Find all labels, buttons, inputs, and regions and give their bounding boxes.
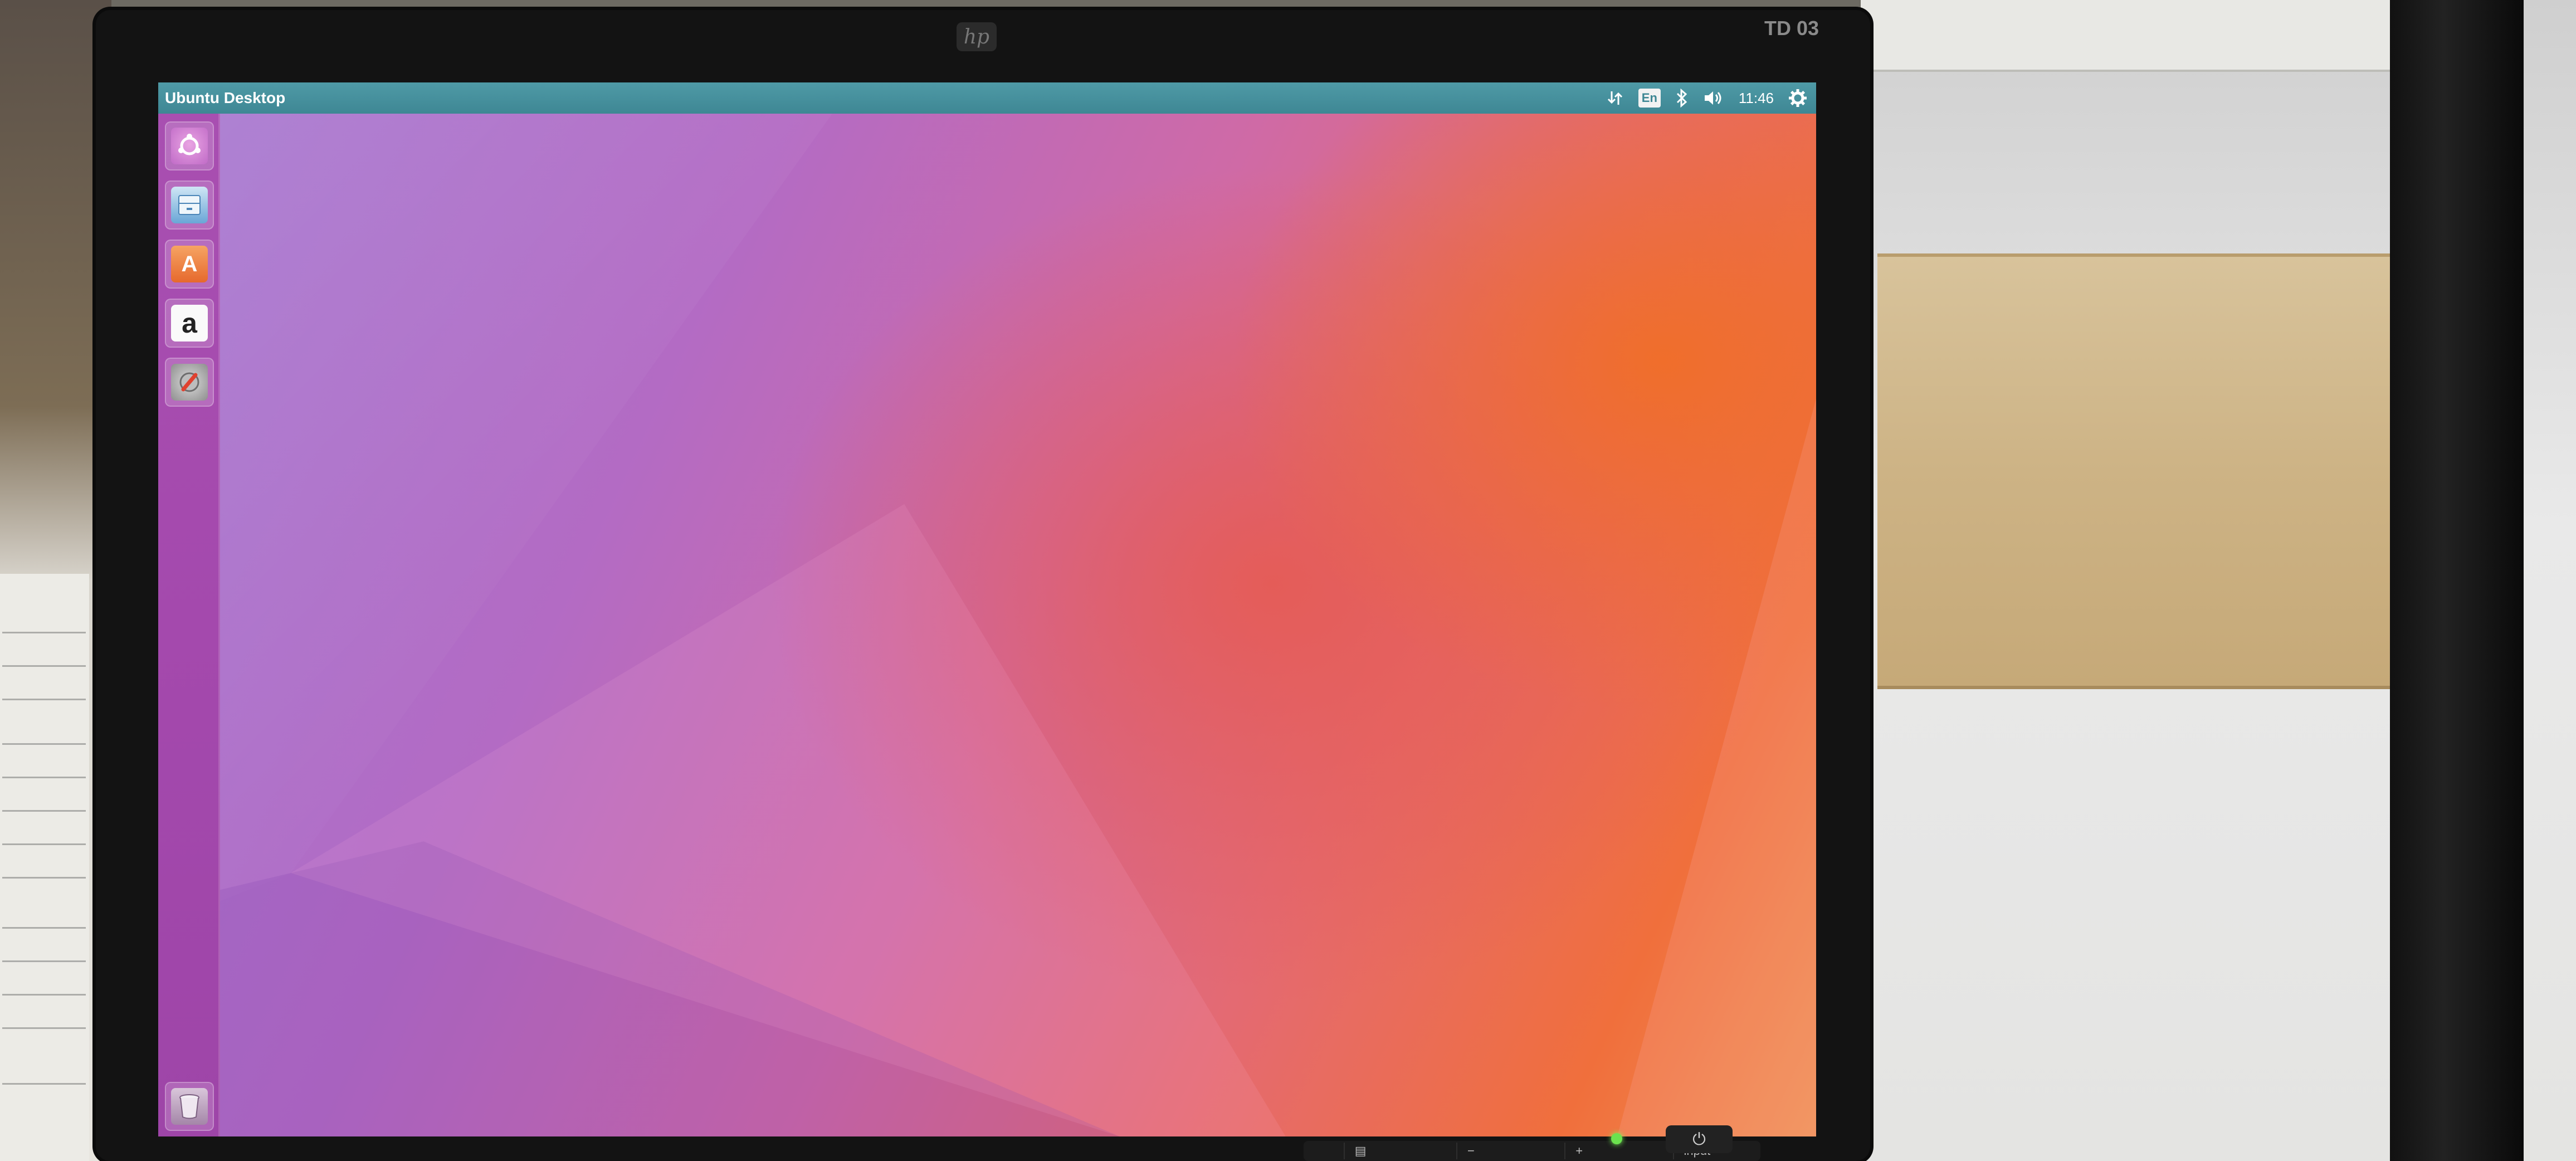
gear-icon[interactable] <box>1788 87 1807 109</box>
amazon-icon[interactable]: a <box>165 299 214 348</box>
file-cabinet-icon[interactable] <box>165 181 214 230</box>
monitor: hp TD 03 Ubuntu Desktop En 11:46 A a ▤ −… <box>96 10 1870 1161</box>
shelf <box>1861 0 2473 72</box>
clock[interactable]: 11:46 <box>1739 87 1774 109</box>
keyboard-layout-indicator[interactable]: En <box>1638 89 1661 108</box>
trash-icon[interactable] <box>165 1082 214 1131</box>
volume-icon[interactable] <box>1703 87 1724 109</box>
monitor-plus-button[interactable]: + <box>1564 1143 1593 1159</box>
screen: Ubuntu Desktop En 11:46 A a <box>158 82 1816 1136</box>
shopping-bag-icon[interactable]: A <box>165 240 214 289</box>
network-arrows-icon[interactable] <box>1606 87 1624 109</box>
settings-wrench-icon[interactable] <box>165 358 214 407</box>
hp-logo-icon: hp <box>957 22 997 51</box>
ubuntu-logo-icon[interactable] <box>165 121 214 170</box>
desktop-wallpaper[interactable] <box>158 82 1816 1136</box>
asset-tag: TD 03 <box>1764 17 1819 40</box>
launcher: A a <box>158 114 220 1136</box>
indicator-area: En 11:46 <box>1606 82 1807 114</box>
window-title: Ubuntu Desktop <box>165 89 286 106</box>
power-button[interactable]: ⏻ <box>1666 1125 1733 1153</box>
monitor-minus-button[interactable]: − <box>1456 1143 1485 1159</box>
power-led <box>1611 1133 1622 1144</box>
top-panel: Ubuntu Desktop En 11:46 <box>158 82 1816 114</box>
paper-note <box>0 574 89 1161</box>
monitor-menu-button[interactable]: ▤ <box>1343 1143 1377 1159</box>
bluetooth-icon[interactable] <box>1675 87 1689 109</box>
metal-rail <box>2390 0 2524 1161</box>
